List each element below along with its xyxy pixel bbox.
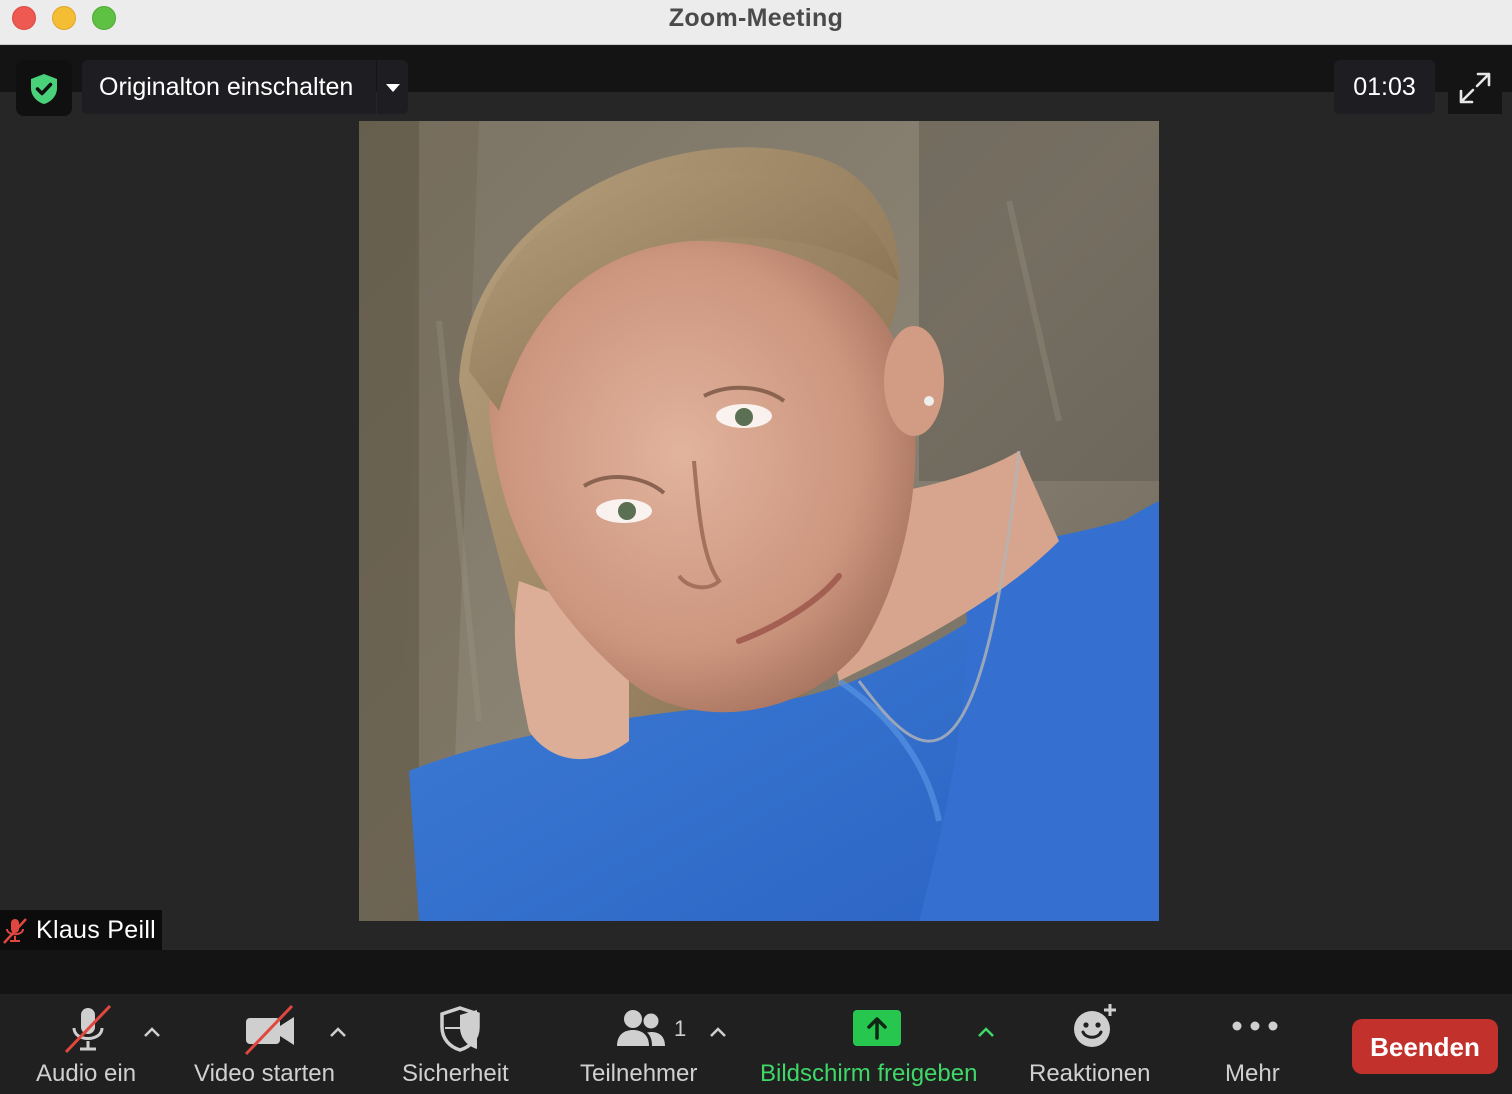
share-options-caret[interactable] (975, 1024, 997, 1040)
muted-mic-icon (64, 1004, 112, 1054)
meeting-toolbar: Audio ein Video starten Sicherheit 1 Tei… (0, 994, 1512, 1094)
meeting-security-indicator[interactable] (16, 60, 72, 116)
window-titlebar: Zoom-Meeting (0, 0, 1512, 45)
reaction-emoji-icon (1074, 1004, 1116, 1047)
chevron-up-icon (710, 1027, 726, 1037)
chevron-down-icon (386, 84, 400, 92)
shield-icon (440, 1006, 480, 1052)
chevron-up-icon (144, 1027, 160, 1037)
participants-button[interactable]: 1 Teilnehmer (575, 994, 711, 1094)
participants-label: Teilnehmer (580, 1060, 698, 1087)
security-label: Sicherheit (402, 1060, 509, 1087)
fullscreen-button[interactable] (1448, 62, 1502, 114)
more-button[interactable]: Mehr (1218, 994, 1292, 1094)
video-button[interactable]: Video starten (190, 994, 350, 1094)
lower-strip (0, 950, 1512, 994)
participants-options-caret[interactable] (707, 1024, 729, 1040)
share-screen-button[interactable]: Bildschirm freigeben (756, 994, 998, 1094)
reactions-button[interactable]: Reaktionen (1026, 994, 1158, 1094)
participant-name-tag: Klaus Peill (0, 910, 162, 950)
expand-arrows-icon (1459, 72, 1491, 104)
original-sound-label: Originalton einschalten (99, 73, 354, 101)
audio-button[interactable]: Audio ein (30, 994, 148, 1094)
participants-count: 1 (674, 1016, 687, 1041)
end-meeting-button[interactable]: Beenden (1352, 1019, 1498, 1074)
more-label: Mehr (1225, 1060, 1280, 1087)
original-sound-button[interactable]: Originalton einschalten (82, 60, 376, 114)
reactions-label: Reaktionen (1029, 1060, 1151, 1087)
audio-label: Audio ein (36, 1060, 137, 1087)
end-meeting-label: Beenden (1370, 1032, 1480, 1062)
audio-options-caret[interactable] (141, 1024, 163, 1040)
participant-video (359, 121, 1159, 921)
video-label: Video starten (194, 1060, 335, 1087)
muted-mic-icon (3, 918, 27, 944)
participants-icon (617, 1010, 665, 1046)
meeting-timer: 01:03 (1334, 60, 1435, 114)
chevron-up-icon (330, 1027, 346, 1037)
video-off-icon (244, 1004, 294, 1056)
shield-check-icon (31, 74, 57, 104)
chevron-up-icon (978, 1027, 994, 1037)
participant-name: Klaus Peill (36, 916, 157, 944)
security-button[interactable]: Sicherheit (398, 994, 522, 1094)
share-screen-icon (853, 1010, 901, 1046)
share-screen-label: Bildschirm freigeben (760, 1060, 978, 1087)
video-options-caret[interactable] (327, 1024, 349, 1040)
more-dots-icon (1232, 1021, 1278, 1031)
window-title: Zoom-Meeting (668, 4, 844, 32)
timer-label: 01:03 (1353, 73, 1416, 101)
participant-photo (359, 121, 1159, 921)
original-sound-dropdown[interactable] (377, 60, 408, 114)
